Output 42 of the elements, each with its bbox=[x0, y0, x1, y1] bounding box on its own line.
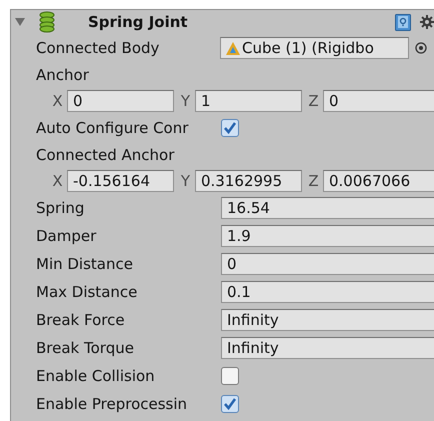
axis-label: Y bbox=[180, 170, 192, 192]
number-field[interactable]: 16.54 bbox=[221, 197, 434, 219]
foldout-arrow-icon[interactable] bbox=[15, 18, 25, 26]
number-field[interactable]: 0 bbox=[221, 253, 434, 275]
axis-label: X bbox=[51, 90, 64, 112]
number-field[interactable]: Infinity bbox=[221, 337, 434, 359]
object-field[interactable]: Cube (1) (Rigidbo bbox=[220, 37, 409, 59]
number-field[interactable]: 0.1 bbox=[221, 281, 434, 303]
rigidbody-icon bbox=[226, 42, 240, 54]
property-label: Min Distance bbox=[36, 254, 134, 275]
object-picker-icon[interactable] bbox=[415, 42, 427, 54]
property-label: Connected Body bbox=[36, 38, 160, 59]
object-value: Cube (1) (Rigidbo bbox=[242, 38, 374, 58]
checkbox[interactable] bbox=[221, 395, 239, 413]
number-field[interactable]: 0.0067066 bbox=[323, 170, 434, 192]
property-label: Break Torque bbox=[36, 338, 135, 359]
property-label: Anchor bbox=[36, 64, 89, 86]
property-label: Spring bbox=[36, 198, 86, 219]
property-label: Auto Configure Conr bbox=[36, 118, 190, 139]
axis-label: Z bbox=[307, 170, 320, 192]
checkbox[interactable] bbox=[221, 119, 239, 137]
component-title: Spring Joint bbox=[88, 12, 188, 33]
property-label: Break Force bbox=[36, 310, 126, 331]
axis-label: X bbox=[51, 170, 64, 192]
number-field[interactable]: 0.3162995 bbox=[195, 170, 302, 192]
number-field[interactable]: 0 bbox=[323, 90, 434, 112]
settings-icon[interactable] bbox=[420, 15, 434, 29]
number-field[interactable]: Infinity bbox=[221, 309, 434, 331]
spring-icon bbox=[39, 11, 55, 33]
property-label: Enable Preprocessin bbox=[36, 394, 188, 415]
axis-label: Z bbox=[307, 90, 320, 112]
property-label: Connected Anchor bbox=[36, 144, 174, 166]
number-field[interactable]: -0.156164 bbox=[67, 170, 174, 192]
help-book-icon[interactable] bbox=[395, 14, 411, 30]
property-label: Damper bbox=[36, 226, 98, 247]
number-field[interactable]: 0 bbox=[67, 90, 174, 112]
property-label: Enable Collision bbox=[36, 366, 156, 387]
number-field[interactable]: 1 bbox=[195, 90, 302, 112]
property-label: Max Distance bbox=[36, 282, 138, 303]
checkbox[interactable] bbox=[221, 367, 239, 385]
number-field[interactable]: 1.9 bbox=[221, 225, 434, 247]
axis-label: Y bbox=[180, 90, 192, 112]
